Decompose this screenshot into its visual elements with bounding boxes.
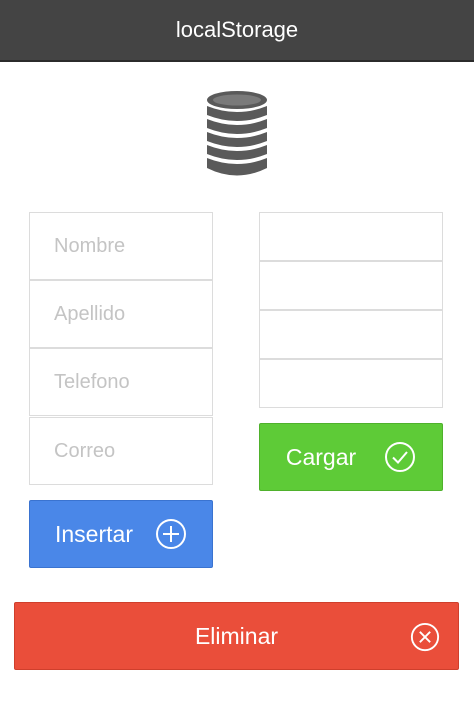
- apellido-input[interactable]: [30, 281, 212, 347]
- correo-input[interactable]: [30, 418, 212, 484]
- load-button-label: Cargar: [285, 443, 357, 470]
- check-circle-icon: [384, 441, 416, 473]
- app-title: localStorage: [175, 17, 299, 42]
- telefono-input[interactable]: [30, 349, 212, 415]
- nombre-input[interactable]: [30, 213, 212, 279]
- telefono-field-box: [29, 348, 213, 416]
- output-row-2: [259, 261, 443, 310]
- delete-button[interactable]: Eliminar: [14, 602, 459, 670]
- load-button[interactable]: Cargar: [259, 423, 443, 491]
- output-row-1: [259, 212, 443, 261]
- plus-circle-icon: [155, 518, 187, 550]
- output-row-3: [259, 310, 443, 359]
- insert-button[interactable]: Insertar: [29, 500, 213, 568]
- insert-button-label: Insertar: [55, 520, 133, 547]
- database-icon: [204, 88, 270, 188]
- x-circle-icon: [410, 622, 440, 652]
- output-row-4: [259, 359, 443, 408]
- correo-field-box: [29, 417, 213, 485]
- apellido-field-box: [29, 280, 213, 348]
- app-header: localStorage: [0, 0, 474, 62]
- nombre-field-box: [29, 212, 213, 280]
- delete-button-label: Eliminar: [194, 622, 279, 649]
